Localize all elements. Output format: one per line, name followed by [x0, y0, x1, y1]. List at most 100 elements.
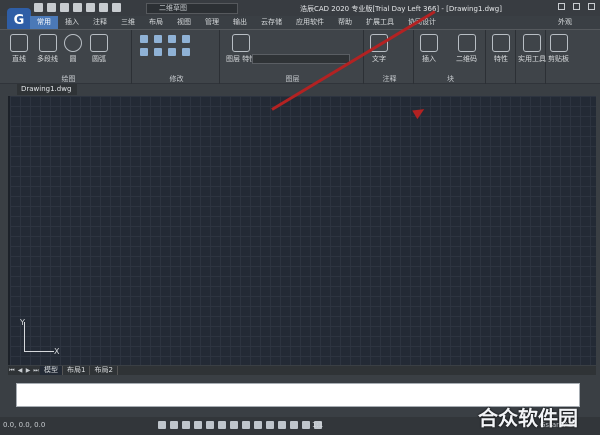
tab-insert[interactable]: 插入	[58, 16, 86, 29]
prev-tab-icon[interactable]: ◀	[16, 367, 24, 374]
ribbon-tabs: 常用 插入 注释 三维 布局 视图 管理 输出 云存储 应用软件 帮助 扩展工具…	[30, 16, 600, 29]
arc-icon	[90, 34, 108, 52]
tab-view[interactable]: 视图	[170, 16, 198, 29]
properties-tool[interactable]: 特性	[492, 34, 510, 64]
annotation-group-label: 注释	[382, 75, 397, 83]
rotate-icon[interactable]	[140, 48, 148, 56]
first-tab-icon[interactable]: ⏮	[8, 367, 16, 375]
arc-tool[interactable]: 圆弧	[90, 34, 108, 64]
status-toggles	[158, 421, 322, 429]
copy-icon[interactable]	[154, 35, 162, 43]
stretch-icon[interactable]	[168, 35, 176, 43]
transparency-toggle-icon[interactable]	[242, 421, 250, 429]
save-icon[interactable]	[60, 3, 69, 12]
move-icon[interactable]	[140, 35, 148, 43]
layer-group-label: 图层	[285, 75, 300, 83]
lineweight-toggle-icon[interactable]	[230, 421, 238, 429]
insert-icon	[420, 34, 438, 52]
maximize-icon[interactable]	[573, 3, 580, 10]
clipboard-tool[interactable]: 剪贴板	[548, 34, 569, 64]
drawing-tab[interactable]: Drawing1.dwg	[17, 84, 77, 95]
open-icon[interactable]	[47, 3, 56, 12]
polar-toggle-icon[interactable]	[194, 421, 202, 429]
line-icon	[10, 34, 28, 52]
qrcode-icon	[457, 34, 476, 52]
polyline-tool[interactable]: 多段线	[37, 34, 58, 64]
tab-apps[interactable]: 应用软件	[289, 16, 331, 29]
tab-layout1[interactable]: 布局1	[63, 366, 91, 375]
otrack-toggle-icon[interactable]	[218, 421, 226, 429]
tab-home[interactable]: 常用	[30, 16, 58, 29]
sc-toggle-icon[interactable]	[302, 421, 310, 429]
properties-group: 特性	[488, 30, 516, 85]
window-controls	[558, 3, 595, 10]
watermark: 合众软件园	[478, 406, 578, 430]
redo-icon[interactable]	[112, 3, 121, 12]
utilities-group: 实用工具	[516, 30, 546, 85]
ortho-toggle-icon[interactable]	[182, 421, 190, 429]
appearance-menu[interactable]: 外观	[558, 16, 572, 29]
trim-icon[interactable]	[154, 48, 162, 56]
clipboard-icon	[549, 34, 568, 52]
cad-application: G 二维草图 浩辰CAD 2020 专业版[Trial Day Left 366…	[0, 0, 600, 435]
layer-group: 图层 特性 图层	[222, 30, 364, 85]
tab-3d[interactable]: 三维	[114, 16, 142, 29]
clipboard-group: 剪贴板	[546, 30, 578, 85]
last-tab-icon[interactable]: ⏭	[32, 367, 40, 375]
close-icon[interactable]	[588, 3, 595, 10]
circle-icon	[64, 34, 82, 52]
layer-properties-icon	[232, 34, 251, 52]
tab-model[interactable]: 模型	[40, 366, 63, 375]
saveas-icon[interactable]	[73, 3, 82, 12]
grid-toggle-icon[interactable]	[158, 421, 166, 429]
next-tab-icon[interactable]: ▶	[24, 367, 32, 374]
ducs-toggle-icon[interactable]	[266, 421, 274, 429]
insert-tool[interactable]: 插入	[420, 34, 438, 64]
mirror-icon[interactable]	[182, 35, 190, 43]
drawing-canvas[interactable]: Y X	[8, 10, 596, 365]
modify-group: 修改	[134, 30, 220, 85]
modify-group-label: 修改	[169, 75, 184, 83]
ucs-icon	[24, 322, 54, 352]
tab-layout[interactable]: 布局	[142, 16, 170, 29]
snap-toggle-icon[interactable]	[170, 421, 178, 429]
block-group-label: 块	[447, 75, 454, 83]
layout-tabs: ⏮ ◀ ▶ ⏭ 模型 布局1 布局2	[8, 366, 596, 375]
osnap-toggle-icon[interactable]	[206, 421, 214, 429]
tab-output[interactable]: 输出	[226, 16, 254, 29]
polyline-icon	[38, 34, 57, 52]
tab-extensions[interactable]: 扩展工具	[359, 16, 401, 29]
tab-help[interactable]: 帮助	[331, 16, 359, 29]
ribbon-panel: 直线 多段线 圆 圆弧 绘图 修改 图层 特性 图层 文字 注释 插入 二维码 …	[0, 29, 600, 85]
line-tool[interactable]: 直线	[10, 34, 28, 64]
utilities-tool[interactable]: 实用工具	[518, 34, 546, 64]
tab-annotate[interactable]: 注释	[86, 16, 114, 29]
print-icon[interactable]	[86, 3, 95, 12]
dyn-toggle-icon[interactable]	[278, 421, 286, 429]
annotation-scale[interactable]: 1:1	[312, 421, 323, 429]
utilities-icon	[523, 34, 541, 52]
qrcode-tool[interactable]: 二维码	[456, 34, 477, 64]
workspace-select[interactable]: 二维草图	[146, 3, 238, 14]
selection-toggle-icon[interactable]	[254, 421, 262, 429]
quick-access-toolbar	[34, 3, 121, 12]
draw-group-label: 绘图	[61, 75, 76, 83]
title-bar: G 二维草图 浩辰CAD 2020 专业版[Trial Day Left 366…	[0, 0, 600, 32]
coordinate-readout: 0.0, 0.0, 0.0	[3, 421, 46, 429]
window-title: 浩辰CAD 2020 专业版[Trial Day Left 366] - [Dr…	[300, 5, 502, 13]
draw-group: 直线 多段线 圆 圆弧 绘图	[6, 30, 132, 85]
undo-icon[interactable]	[99, 3, 108, 12]
minimize-icon[interactable]	[558, 3, 565, 10]
tab-layout2[interactable]: 布局2	[90, 366, 118, 375]
new-icon[interactable]	[34, 3, 43, 12]
ucs-x-label: X	[54, 347, 60, 356]
tab-manage[interactable]: 管理	[198, 16, 226, 29]
tab-cloud[interactable]: 云存储	[254, 16, 289, 29]
layer-dropdown[interactable]	[252, 54, 350, 64]
extend-icon[interactable]	[168, 48, 176, 56]
circle-tool[interactable]: 圆	[64, 34, 82, 64]
block-group: 插入 二维码 块	[416, 30, 486, 85]
qp-toggle-icon[interactable]	[290, 421, 298, 429]
fillet-icon[interactable]	[182, 48, 190, 56]
properties-icon	[492, 34, 510, 52]
